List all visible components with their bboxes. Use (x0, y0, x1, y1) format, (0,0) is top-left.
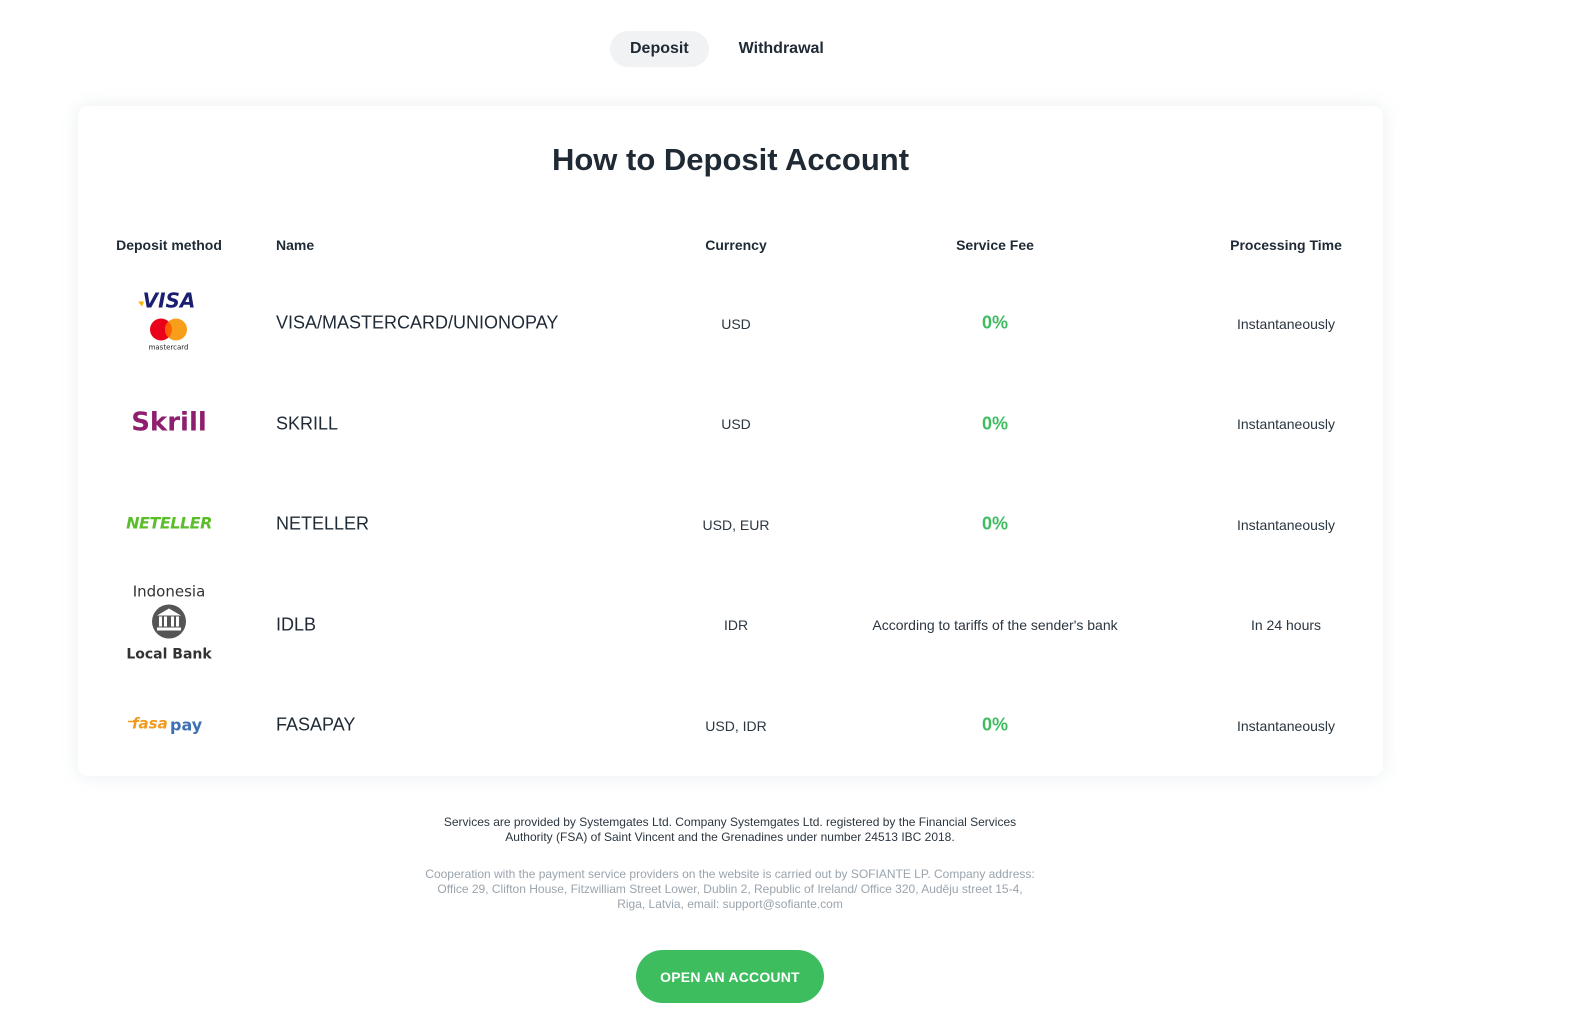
visa-mastercard-logo: VISA mastercard (134, 289, 204, 360)
tab-deposit[interactable]: Deposit (610, 31, 709, 67)
method-processing-time: Instantaneously (1236, 718, 1336, 734)
method-name: SKRILL (276, 413, 339, 434)
method-name: VISA/MASTERCARD/UNIONOPAY (276, 312, 559, 333)
method-currency: USD (721, 316, 751, 332)
deposit-withdrawal-tabs: Deposit Withdrawal (610, 31, 844, 67)
method-name: NETELLER (276, 513, 370, 534)
method-fee: 0% (981, 413, 1009, 434)
header-deposit-method: Deposit method (116, 237, 222, 253)
method-name: FASAPAY (276, 714, 356, 735)
method-currency: USD, EUR (702, 517, 770, 533)
fasapay-logo: fasa pay (126, 712, 212, 741)
svg-text:mastercard: mastercard (149, 344, 189, 352)
method-currency: USD, IDR (705, 718, 767, 734)
header-name: Name (276, 237, 315, 253)
header-service-fee: Service Fee (956, 237, 1034, 253)
method-fee: 0% (981, 714, 1009, 735)
header-currency: Currency (705, 237, 767, 253)
method-currency: USD (721, 416, 751, 432)
svg-text:NETELLER: NETELLER (126, 514, 212, 533)
legal-notice: Services are provided by Systemgates Ltd… (443, 815, 1017, 844)
method-fee: 0% (981, 513, 1009, 534)
method-processing-time: Instantaneously (1236, 416, 1336, 432)
method-name: IDLB (276, 614, 317, 635)
method-currency: IDR (723, 617, 749, 633)
payment-provider-notice: Cooperation with the payment service pro… (425, 867, 1035, 911)
svg-text:fasa: fasa (132, 715, 168, 733)
method-processing-time: Instantaneously (1236, 316, 1336, 332)
local-bank-logo: Indonesia Local Bank (121, 581, 217, 670)
svg-text:Indonesia: Indonesia (133, 583, 206, 601)
neteller-logo: NETELLER (126, 511, 212, 540)
method-fee: According to tariffs of the sender's ban… (872, 617, 1118, 633)
method-processing-time: In 24 hours (1250, 617, 1322, 633)
method-fee: 0% (981, 312, 1009, 333)
skrill-logo: Skrill (129, 405, 209, 444)
tab-withdrawal[interactable]: Withdrawal (719, 31, 844, 67)
deposit-methods-card: How to Deposit Account Deposit method Na… (78, 106, 1383, 776)
svg-text:Local Bank: Local Bank (126, 647, 212, 663)
header-processing-time: Processing Time (1230, 237, 1342, 253)
svg-text:pay: pay (170, 716, 203, 735)
method-processing-time: Instantaneously (1236, 517, 1336, 533)
page-title: How to Deposit Account (551, 142, 910, 177)
svg-text:VISA: VISA (143, 289, 196, 313)
open-account-button[interactable]: OPEN AN ACCOUNT (636, 950, 824, 1003)
svg-text:Skrill: Skrill (131, 408, 207, 438)
